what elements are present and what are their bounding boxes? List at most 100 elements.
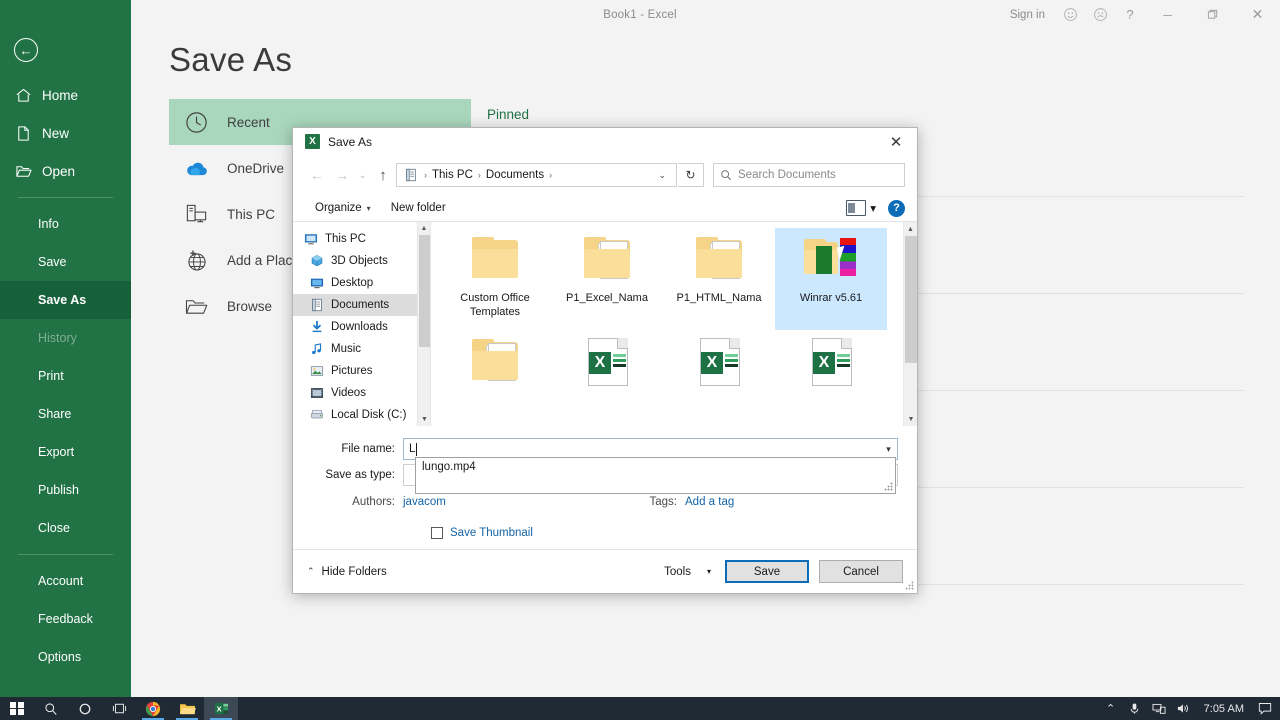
sidebar-item-feedback[interactable]: Feedback	[0, 600, 131, 638]
excel-icon: X	[305, 134, 320, 149]
frown-feedback-icon[interactable]	[1085, 0, 1115, 29]
save-button[interactable]: Save	[725, 560, 809, 583]
command-bar-right: ▾ ?	[846, 199, 905, 217]
autocomplete-option[interactable]: lungo.mp4	[416, 458, 895, 476]
cancel-button[interactable]: Cancel	[819, 560, 903, 583]
breadcrumb-documents[interactable]: Documents	[483, 169, 547, 181]
excel-button[interactable]: X	[204, 697, 238, 720]
sidebar-item-print[interactable]: Print	[0, 357, 131, 395]
file-item[interactable]: X	[551, 330, 663, 426]
folder-winrar-icon	[802, 234, 860, 286]
network-icon[interactable]	[1148, 702, 1170, 715]
back-button[interactable]: ←	[305, 162, 329, 188]
chevron-down-icon[interactable]: ▾	[880, 439, 897, 459]
volume-icon[interactable]	[1172, 702, 1194, 715]
file-explorer-button[interactable]	[170, 697, 204, 720]
view-options-chevron-icon[interactable]: ▾	[870, 201, 876, 215]
sidebar-item-share[interactable]: Share	[0, 395, 131, 433]
metadata-row: Authors: javacom Tags: Add a tag	[293, 491, 917, 513]
sidebar-item-label: Info	[38, 217, 59, 231]
tree-item-this-pc[interactable]: This PC	[293, 228, 430, 250]
back-button[interactable]: ←	[14, 38, 38, 62]
up-button[interactable]: ↑	[371, 162, 395, 188]
authors-value[interactable]: javacom	[403, 496, 613, 508]
tree-item-music[interactable]: Music	[293, 338, 430, 360]
chrome-button[interactable]	[136, 697, 170, 720]
refresh-button[interactable]: ↻	[678, 163, 704, 187]
hide-folders-button[interactable]: ⌃ Hide Folders	[307, 566, 387, 578]
action-center-icon[interactable]	[1254, 702, 1276, 715]
sidebar-item-label: Home	[42, 87, 79, 103]
tree-item-3d-objects[interactable]: 3D Objects	[293, 250, 430, 272]
sidebar-item-publish[interactable]: Publish	[0, 471, 131, 509]
pictures-icon	[309, 363, 325, 379]
close-button[interactable]: ✕	[1235, 0, 1280, 29]
filename-autocomplete-dropdown[interactable]: lungo.mp4	[415, 457, 896, 494]
search-button[interactable]	[34, 697, 68, 720]
cortana-button[interactable]	[68, 697, 102, 720]
scroll-up-icon[interactable]: ▲	[418, 222, 430, 235]
file-item[interactable]	[439, 330, 551, 426]
dialog-resize-grip-icon[interactable]	[905, 581, 914, 590]
file-item[interactable]: e P1_HTML_Nama	[663, 228, 775, 330]
scroll-down-icon[interactable]: ▼	[418, 413, 430, 426]
recent-locations-button[interactable]: ⌄	[355, 162, 370, 188]
dialog-close-button[interactable]: ✕	[875, 128, 917, 155]
tree-item-videos[interactable]: Videos	[293, 382, 430, 404]
forward-button[interactable]: →	[330, 162, 354, 188]
tree-scrollbar[interactable]: ▲ ▼	[417, 222, 430, 426]
sidebar-item-export[interactable]: Export	[0, 433, 131, 471]
file-item-selected[interactable]: Winrar v5.61	[775, 228, 887, 330]
task-view-button[interactable]	[102, 697, 136, 720]
start-button[interactable]	[0, 697, 34, 720]
help-icon[interactable]: ?	[888, 199, 905, 217]
add-place-icon	[183, 247, 209, 273]
file-item[interactable]: Custom Office Templates	[439, 228, 551, 330]
scroll-up-icon[interactable]: ▲	[904, 222, 917, 236]
save-thumbnail-row[interactable]: Save Thumbnail	[431, 527, 917, 539]
show-hidden-icons-chevron[interactable]: ⌃	[1100, 702, 1122, 715]
sidebar-item-account[interactable]: Account	[0, 562, 131, 600]
breadcrumb[interactable]: › This PC › Documents › ⌄	[396, 163, 677, 187]
clock[interactable]: 7:05 AM	[1196, 703, 1252, 715]
change-view-icon[interactable]	[846, 200, 867, 216]
save-as-type-label: Save as type:	[325, 469, 395, 481]
save-thumbnail-checkbox[interactable]	[431, 527, 443, 539]
sidebar-item-info[interactable]: Info	[0, 205, 131, 243]
new-folder-button[interactable]: New folder	[381, 197, 456, 219]
organize-button[interactable]: Organize ▾	[305, 197, 381, 219]
file-list-scrollbar[interactable]: ▲ ▼	[903, 222, 917, 426]
tree-item-pictures[interactable]: Pictures	[293, 360, 430, 382]
sidebar-item-options[interactable]: Options	[0, 638, 131, 676]
smiley-feedback-icon[interactable]	[1055, 0, 1085, 29]
system-tray: ⌃ 7:05 AM	[1100, 702, 1280, 715]
minimize-button[interactable]: ─	[1145, 0, 1190, 29]
tree-item-local-disk-c[interactable]: Local Disk (C:)	[293, 404, 430, 426]
restore-button[interactable]	[1190, 0, 1235, 29]
add-a-tag-link[interactable]: Add a tag	[685, 496, 734, 508]
sign-in-button[interactable]: Sign in	[1000, 9, 1055, 21]
scrollbar-thumb[interactable]	[419, 235, 430, 347]
file-item[interactable]: P1_Excel_Nama	[551, 228, 663, 330]
file-item[interactable]: X	[775, 330, 887, 426]
sidebar-item-new[interactable]: New	[0, 114, 131, 152]
microphone-icon[interactable]	[1124, 702, 1146, 715]
sidebar-item-open[interactable]: Open	[0, 152, 131, 190]
tree-item-documents[interactable]: Documents	[293, 294, 430, 316]
tree-item-downloads[interactable]: Downloads	[293, 316, 430, 338]
svg-text:X: X	[216, 705, 221, 714]
breadcrumb-dropdown-icon[interactable]: ⌄	[652, 170, 672, 181]
scrollbar-thumb[interactable]	[905, 236, 917, 363]
sidebar-item-save-as[interactable]: Save As	[0, 281, 131, 319]
tools-button[interactable]: Tools ▾	[664, 566, 715, 578]
sidebar-item-home[interactable]: Home	[0, 76, 131, 114]
sidebar-item-save[interactable]: Save	[0, 243, 131, 281]
scroll-down-icon[interactable]: ▼	[904, 412, 917, 426]
search-input[interactable]: Search Documents	[713, 163, 905, 187]
sidebar-item-close[interactable]: Close	[0, 509, 131, 547]
help-icon[interactable]: ?	[1115, 0, 1145, 29]
breadcrumb-this-pc[interactable]: This PC	[429, 169, 476, 181]
tree-item-desktop[interactable]: Desktop	[293, 272, 430, 294]
resize-grip-icon[interactable]	[884, 482, 893, 491]
file-item[interactable]: X	[663, 330, 775, 426]
